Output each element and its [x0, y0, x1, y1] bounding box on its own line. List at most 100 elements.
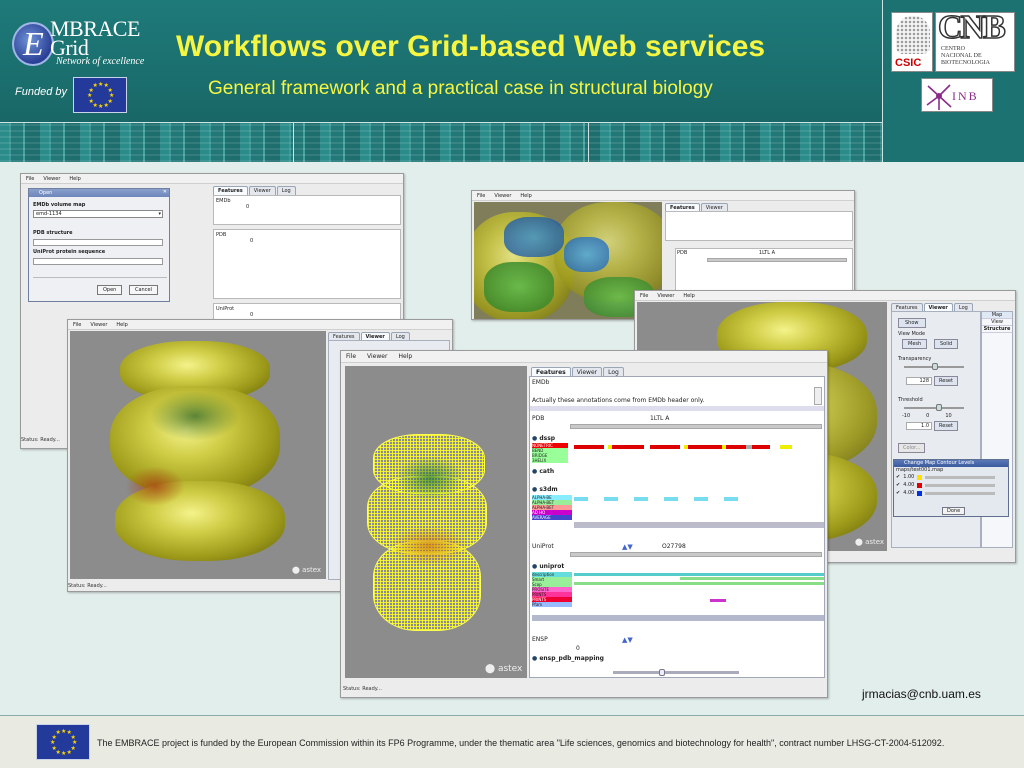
solid-button[interactable]: Solid [934, 339, 959, 349]
tab-features[interactable]: Features [213, 186, 248, 195]
close-icon[interactable]: ✕ [163, 189, 167, 195]
level-slider[interactable] [925, 491, 996, 495]
emdb-select[interactable]: emd-1134 ▾ [33, 210, 163, 218]
status-bar: Status: Ready... [343, 686, 382, 692]
dialog-title-bar: Open ✕ [29, 189, 169, 197]
menu-file[interactable]: File [73, 322, 81, 329]
emdb-note: Actually these annotations come from EMD… [532, 397, 705, 404]
app-window-features: File Viewer Help ⬤ astex Features Viewer… [340, 350, 828, 698]
dssp-track[interactable] [780, 445, 792, 449]
section-splitter[interactable] [530, 406, 824, 411]
menu-file[interactable]: File [26, 176, 34, 183]
s3dm-track[interactable] [574, 497, 754, 501]
uniprot-nav-icons[interactable]: ▲▼ [622, 543, 633, 551]
menu-file[interactable]: File [346, 353, 356, 362]
menu-file[interactable]: File [477, 193, 485, 200]
funding-note: The EMBRACE project is funded by the Eur… [97, 738, 945, 748]
helix-cluster [389, 526, 469, 566]
transparency-slider[interactable] [904, 363, 964, 370]
check-icon[interactable]: ✔ [896, 474, 900, 480]
side-tab-map[interactable]: Map [982, 312, 1012, 319]
menu-help[interactable]: Help [116, 322, 127, 329]
reset-threshold-button[interactable]: Reset [934, 421, 958, 431]
map-viewer[interactable]: ⬤ astex [345, 366, 527, 678]
pdb-input[interactable] [33, 239, 163, 246]
level-slider[interactable] [925, 483, 996, 487]
transparency-field[interactable]: 128 [906, 377, 932, 385]
menu-viewer[interactable]: Viewer [494, 193, 511, 200]
eu-flag-icon: ★ ★ ★ ★ ★ ★ ★ ★ ★ ★ ★ ★ [73, 77, 127, 113]
uniprot-track[interactable] [574, 582, 824, 585]
uniprot-label: UniProt protein sequence [33, 249, 106, 255]
done-button[interactable]: Done [942, 507, 966, 515]
check-icon[interactable]: ✔ [896, 482, 900, 488]
menu-viewer[interactable]: Viewer [367, 353, 387, 362]
reset-transparency-button[interactable]: Reset [934, 376, 958, 386]
slide-footer: ★ ★ ★ ★ ★ ★ ★ ★ ★ ★ ★ ★ The EMBRACE project is fund… [0, 715, 1024, 768]
zoom-slider[interactable] [613, 669, 739, 676]
star-icon: ★ [66, 749, 72, 756]
helix-cluster [484, 262, 554, 312]
uniprot-label: UniProt [532, 543, 554, 550]
contour-levels-dialog: Change Map Contour Levels maps/test001.m… [893, 459, 1009, 517]
threshold-field[interactable]: 1.0 [906, 422, 932, 430]
menu-help[interactable]: Help [398, 353, 412, 362]
scrollbar[interactable] [814, 387, 822, 405]
uniprot-sequence-bar[interactable] [570, 552, 822, 557]
level-slider[interactable] [925, 475, 996, 479]
slider-handle[interactable] [659, 669, 665, 676]
color-swatch[interactable] [917, 482, 923, 488]
star-icon: ★ [88, 98, 94, 105]
tab-viewer[interactable]: Viewer [248, 186, 276, 195]
color-swatch[interactable] [917, 490, 923, 496]
color-button[interactable]: Color... [898, 443, 926, 453]
menu-help[interactable]: Help [683, 293, 694, 300]
menu-viewer[interactable]: Viewer [43, 176, 60, 183]
menu-viewer[interactable]: Viewer [90, 322, 107, 329]
star-icon: ★ [103, 102, 109, 109]
helix-cluster [395, 456, 465, 501]
menu-bar: File Viewer Help [341, 351, 827, 363]
dssp-track[interactable] [574, 445, 714, 449]
pdb-sequence-bar[interactable] [570, 424, 822, 429]
slider-handle[interactable] [936, 404, 942, 411]
astex-logo: ⬤ astex [292, 566, 322, 574]
menu-help[interactable]: Help [520, 193, 531, 200]
color-swatch[interactable] [917, 474, 923, 480]
menu-bar: File Viewer Help [68, 320, 452, 330]
map-viewer[interactable]: ⬤ astex [70, 331, 326, 579]
cancel-button[interactable]: Cancel [129, 285, 158, 295]
tab-log[interactable]: Log [276, 186, 296, 195]
info-icon: ● [532, 468, 538, 475]
menu-bar: File Viewer Help [635, 291, 1015, 301]
uniprot-track[interactable] [710, 599, 726, 602]
ensp-nav-icons[interactable]: ▲▼ [622, 636, 633, 644]
contact-email[interactable]: jrmacias@cnb.uam.es [862, 687, 981, 701]
threshold-slider[interactable] [904, 404, 964, 411]
uniprot-track[interactable] [680, 577, 824, 580]
open-button[interactable]: Open [97, 285, 123, 295]
pdb-label: PDB [532, 415, 545, 422]
uniprot-track[interactable] [574, 573, 824, 576]
dialog-separator [33, 277, 167, 278]
side-tab-structure[interactable]: Structure [982, 326, 1012, 333]
s3dm-scroll[interactable] [574, 522, 824, 528]
tab-bar: Features Viewer Log [213, 186, 296, 195]
slider-handle[interactable] [932, 363, 938, 370]
uniprot-scroll[interactable] [532, 615, 824, 621]
show-button[interactable]: Show [898, 318, 926, 328]
emdb-panel: EMDb 0 [213, 195, 401, 225]
menu-file[interactable]: File [640, 293, 648, 300]
uniprot-input[interactable] [33, 258, 163, 265]
menu-help[interactable]: Help [69, 176, 80, 183]
contour-row: ✔ 4.00 [894, 489, 1008, 497]
check-icon[interactable]: ✔ [896, 490, 900, 496]
funded-by-label: Funded by [15, 86, 67, 98]
menu-viewer[interactable]: Viewer [657, 293, 674, 300]
side-tab-view[interactable]: View [982, 319, 1012, 326]
dssp-track[interactable] [700, 445, 770, 449]
info-icon: ● [532, 486, 538, 493]
mesh-button[interactable]: Mesh [902, 339, 928, 349]
strip-divider [293, 123, 294, 162]
page-title: Workflows over Grid-based Web services [176, 30, 766, 63]
